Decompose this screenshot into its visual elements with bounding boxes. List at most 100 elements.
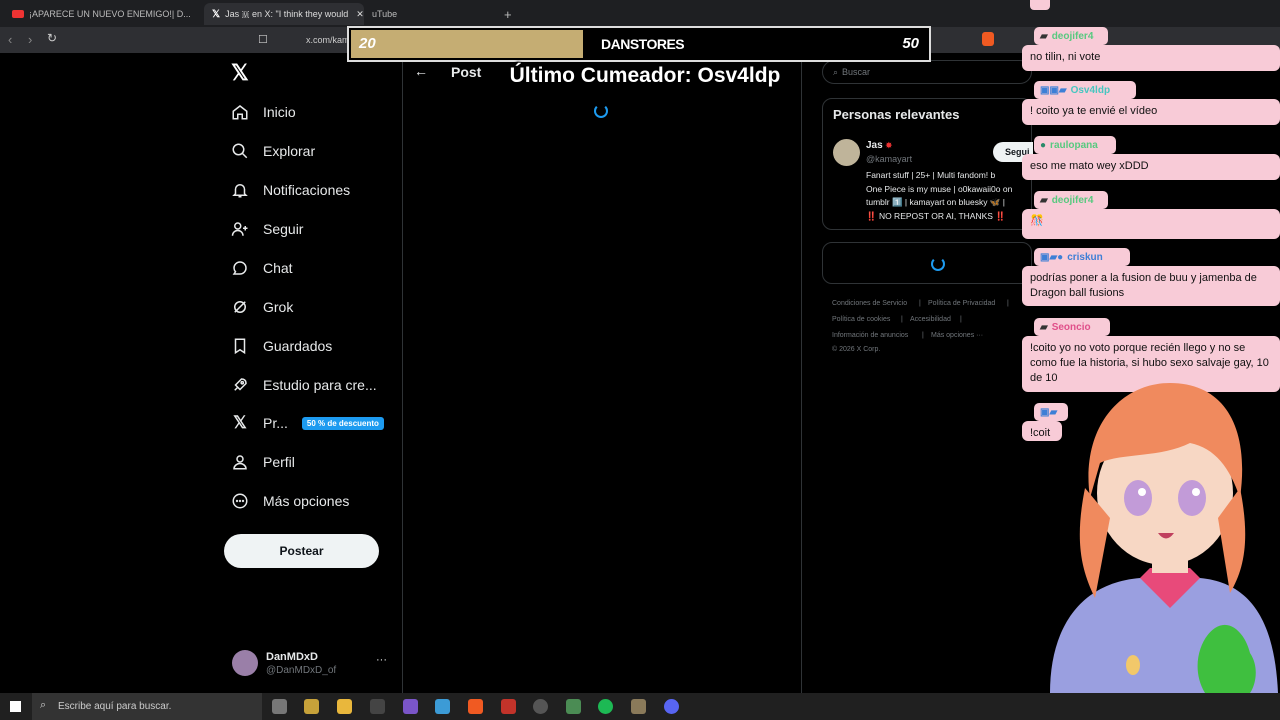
- card-title: Personas relevantes: [833, 107, 960, 122]
- search-icon: ⌕: [40, 699, 47, 711]
- chat-username: ▣▰● criskun: [1034, 248, 1130, 266]
- badge-icon: ▰: [1040, 30, 1048, 42]
- url-text: x.com/kam: [306, 35, 350, 45]
- score-title: DANSTORES: [601, 36, 685, 52]
- sidebar-item-perfil[interactable]: Perfil: [230, 447, 295, 477]
- sidebar-item-mas-opciones[interactable]: Más opciones: [230, 486, 349, 516]
- close-icon[interactable]: ✕: [356, 9, 364, 20]
- sidebar-item-label: Explorar: [263, 143, 316, 159]
- taskview-icon[interactable]: [272, 699, 287, 714]
- badge-icon: ▣▰●: [1040, 251, 1064, 263]
- sidebar-item-seguir[interactable]: Seguir: [230, 214, 303, 244]
- taskbar-search-input[interactable]: ⌕ Escribe aquí para buscar.: [32, 693, 262, 720]
- account-handle: @DanMDxD_of: [266, 665, 337, 676]
- app-icon[interactable]: [304, 699, 319, 714]
- tab-title: Jas 🇲 en X: "I think they would: [225, 8, 349, 19]
- x-logo-icon[interactable]: 𝕏: [231, 60, 249, 86]
- column-divider: [402, 53, 403, 693]
- back-icon[interactable]: ‹: [8, 32, 12, 47]
- windows-start-icon[interactable]: [10, 701, 21, 712]
- sidebar-item-label: Inicio: [263, 104, 296, 120]
- chat-username: ▰ Seoncio: [1034, 318, 1110, 336]
- footer-sep: |: [1007, 300, 1009, 307]
- sidebar-item-label: Guardados: [263, 338, 333, 354]
- app-icon[interactable]: [501, 699, 516, 714]
- chat-fragment: [1030, 0, 1050, 10]
- back-arrow-icon[interactable]: ←: [414, 63, 428, 79]
- x-icon: 𝕏: [233, 413, 247, 432]
- chat-message: ! coito ya te envié el vídeo: [1022, 99, 1280, 125]
- person-icon: [230, 452, 250, 472]
- sidebar-item-guardados[interactable]: Guardados: [230, 331, 332, 361]
- store-icon[interactable]: [435, 699, 450, 714]
- tab-youtube-2[interactable]: uTube: [364, 3, 484, 25]
- footer-link[interactable]: Más opciones ···: [931, 332, 983, 339]
- avatar[interactable]: [232, 650, 258, 676]
- footer-link[interactable]: Política de cookies: [832, 316, 890, 323]
- chat-username: ▰ deojifer4: [1034, 191, 1108, 209]
- person-name[interactable]: Jas ✸: [866, 140, 892, 151]
- tab-x-post[interactable]: 𝕏 Jas 🇲 en X: "I think they would ✕: [204, 3, 364, 25]
- home-icon: [230, 102, 250, 122]
- notepad-icon[interactable]: [370, 699, 385, 714]
- badge-icon: ✸: [885, 141, 893, 150]
- grok-icon: [230, 297, 250, 317]
- sidebar-item-explorar[interactable]: Explorar: [230, 136, 315, 166]
- chat-message: no tilin, ni vote: [1022, 45, 1280, 71]
- tab-youtube[interactable]: ¡APARECE UN NUEVO ENEMIGO!| D...: [4, 3, 200, 25]
- chat-username: ▣▣▰ Osv4ldp: [1034, 81, 1136, 99]
- bookmark-icon[interactable]: ☐: [258, 33, 268, 46]
- browser-tab-bar: ¡APARECE UN NUEVO ENEMIGO!| D... 𝕏 Jas 🇲…: [0, 0, 1280, 27]
- chat-icon: [230, 258, 250, 278]
- sidebar-item-label: Seguir: [263, 221, 304, 237]
- brave-icon[interactable]: [982, 32, 994, 46]
- loading-spinner: [931, 257, 945, 271]
- sidebar-item-label: Estudio para cre...: [263, 377, 377, 393]
- score-bar: 20 DANSTORES 50: [347, 26, 931, 62]
- loading-spinner: [594, 104, 608, 118]
- new-tab-icon[interactable]: +: [496, 3, 516, 25]
- footer-sep: |: [922, 332, 924, 339]
- spotify-icon[interactable]: [598, 699, 613, 714]
- forward-icon[interactable]: ›: [28, 32, 32, 47]
- search-input[interactable]: ⌕ Buscar: [822, 60, 1032, 84]
- sidebar-item-label: Chat: [263, 260, 293, 276]
- folder-icon[interactable]: [337, 699, 352, 714]
- sidebar-item-grok[interactable]: Grok: [230, 292, 293, 322]
- sidebar-item-estudio[interactable]: Estudio para cre...: [230, 370, 377, 400]
- account-name[interactable]: DanMDxD: [266, 651, 318, 663]
- bell-icon: [230, 180, 250, 200]
- taskbar-search-placeholder: Escribe aquí para buscar.: [58, 701, 172, 712]
- brave-icon[interactable]: [468, 699, 483, 714]
- account-more-icon[interactable]: ···: [376, 654, 387, 666]
- reload-icon[interactable]: ↻: [47, 31, 57, 45]
- pen-icon[interactable]: [403, 699, 418, 714]
- tab-title: ¡APARECE UN NUEVO ENEMIGO!| D...: [29, 9, 191, 19]
- discord-icon[interactable]: [664, 699, 679, 714]
- sidebar-item-notificaciones[interactable]: Notificaciones: [230, 175, 350, 205]
- relevant-people-card: Personas relevantes Jas ✸ @kamayart Segu…: [822, 98, 1033, 230]
- app-icon[interactable]: [566, 699, 581, 714]
- footer-link[interactable]: Información de anuncios: [832, 332, 908, 339]
- more-circle-icon: [230, 491, 250, 511]
- footer-link[interactable]: Condiciones de Servicio: [832, 300, 907, 307]
- footer-link[interactable]: Accesibilidad: [910, 316, 951, 323]
- footer-link[interactable]: Política de Privacidad: [928, 300, 995, 307]
- obs-icon[interactable]: [533, 699, 548, 714]
- rocket-icon: [230, 375, 250, 395]
- search-icon: [230, 141, 250, 161]
- chat-username: ● raulopana: [1034, 136, 1116, 154]
- chat-username: ▰ deojifer4: [1034, 27, 1108, 45]
- bookmark-icon: [230, 336, 250, 356]
- search-icon: ⌕: [833, 66, 839, 77]
- media-player-icon[interactable]: [631, 699, 646, 714]
- youtube-icon: [12, 10, 24, 18]
- badge-icon: ▣▣▰: [1040, 84, 1067, 96]
- sidebar-item-premium[interactable]: 𝕏 Pr... 50 % de descuento: [230, 408, 384, 438]
- avatar[interactable]: [833, 139, 860, 166]
- sidebar-item-inicio[interactable]: Inicio: [230, 97, 296, 127]
- badge-icon: ▰: [1040, 194, 1048, 206]
- sidebar-item-chat[interactable]: Chat: [230, 253, 293, 283]
- sidebar-item-label: Perfil: [263, 454, 295, 470]
- post-button[interactable]: Postear: [224, 534, 379, 568]
